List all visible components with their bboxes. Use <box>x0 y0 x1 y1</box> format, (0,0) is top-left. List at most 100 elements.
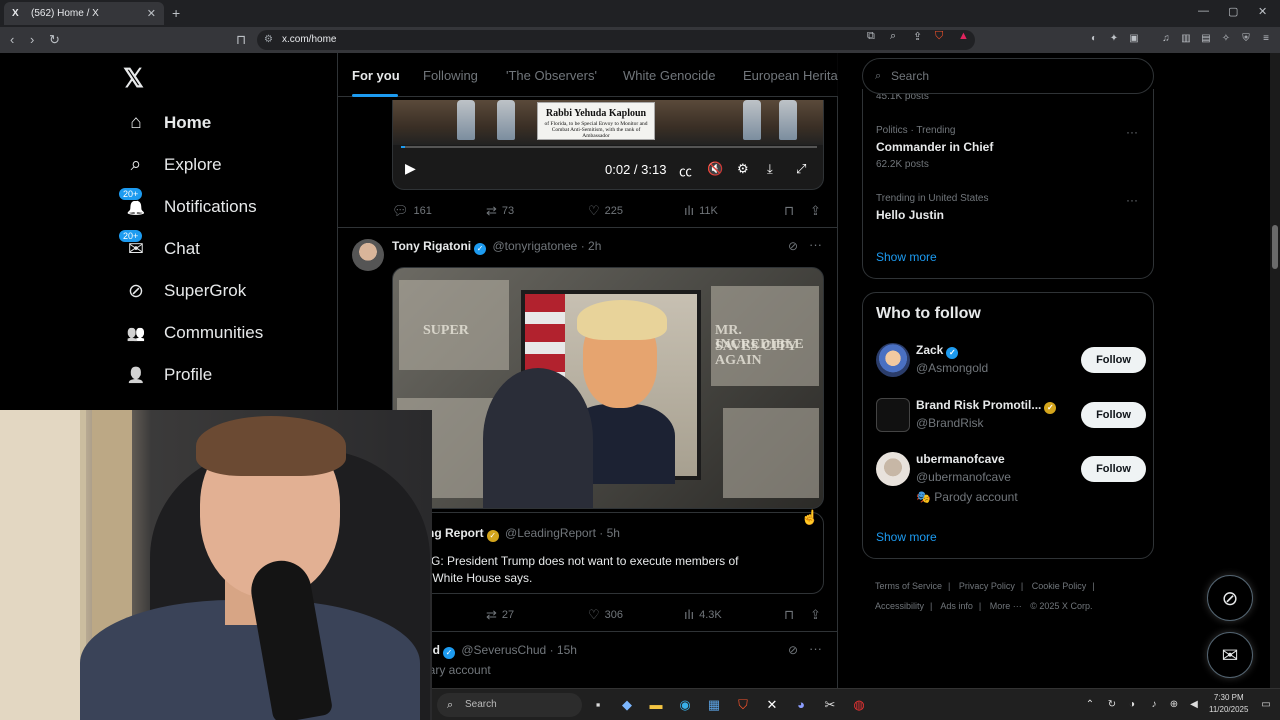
like-button[interactable]: ♡ 225 <box>588 203 623 219</box>
x-app-icon[interactable]: ✕ <box>764 697 780 713</box>
close-window-button[interactable]: ✕ <box>1258 5 1267 18</box>
footer-link-privacy[interactable]: Privacy Policy <box>959 581 1015 591</box>
copilot-icon[interactable]: ◆ <box>619 697 635 713</box>
follow-button[interactable]: Follow <box>1081 456 1146 482</box>
mute-icon[interactable]: 🔇 <box>707 161 723 177</box>
avatar[interactable] <box>876 452 910 486</box>
share-button[interactable]: ⇪ <box>810 203 826 219</box>
microphone-icon[interactable]: ♪ <box>1146 697 1162 713</box>
obs-icon[interactable]: ◍ <box>851 697 867 713</box>
scrollbar-thumb[interactable] <box>1272 225 1278 269</box>
page-scrollbar[interactable] <box>1270 53 1280 720</box>
share-icon[interactable]: ⇪ <box>913 30 922 43</box>
sidebar-item-notifications[interactable]: 🔔 20+ Notifications <box>118 187 257 222</box>
browser-tab[interactable]: X (562) Home / X ✕ <box>4 2 164 25</box>
views-button[interactable]: ılı 11K <box>684 203 718 218</box>
video-progress-bar[interactable] <box>401 146 817 148</box>
site-settings-icon[interactable]: ⚙ <box>264 30 273 50</box>
repost-button[interactable]: ⇄ 73 <box>486 203 514 219</box>
bookmark-button[interactable]: ⊓ <box>784 203 799 219</box>
sidebar-icon[interactable]: ▥ <box>1180 33 1192 45</box>
follow-button[interactable]: Follow <box>1081 402 1146 428</box>
trend-item[interactable]: Trending in United States Hello Justin ·… <box>876 193 1146 222</box>
more-icon[interactable]: ··· <box>1126 125 1138 139</box>
avatar[interactable] <box>876 398 910 432</box>
follow-button[interactable]: Follow <box>1081 347 1146 373</box>
pip-icon[interactable]: ⤓ <box>767 161 773 177</box>
reply-button[interactable]: 💬︎ 161 <box>392 203 432 219</box>
quoted-tweet[interactable]: eading Report ✓ @LeadingReport · 5h AKING… <box>392 512 824 594</box>
like-button[interactable]: ♡ 306 <box>588 607 623 623</box>
back-icon[interactable]: ‹ <box>10 32 14 47</box>
extension-toggle-icon[interactable]: ◐ <box>1088 33 1100 45</box>
close-tab-icon[interactable]: ✕ <box>147 7 156 20</box>
repost-button[interactable]: ⇄ 27 <box>486 607 514 623</box>
author-handle[interactable]: @tonyrigatonee <box>492 239 577 253</box>
open-external-icon[interactable]: ⧉ <box>867 30 875 43</box>
grok-fab[interactable]: ⊘ <box>1207 575 1253 621</box>
sidebar-item-home[interactable]: ⌂ Home <box>124 108 211 138</box>
brave-shield-icon[interactable]: ⛉ <box>935 30 943 43</box>
show-more-follow-link[interactable]: Show more <box>876 530 937 544</box>
sidebar-item-communities[interactable]: 👥 Communities <box>124 318 264 348</box>
tray-chevron-icon[interactable]: ⌃ <box>1082 697 1098 713</box>
tweet-image[interactable]: SUPER MR. INCREDIBLE SAVES CITY AGAIN <box>392 267 824 509</box>
tab-european-heritage[interactable]: European Herita <box>743 68 838 83</box>
footer-link-accessibility[interactable]: Accessibility <box>875 601 924 611</box>
footer-link-terms[interactable]: Terms of Service <box>875 581 942 591</box>
more-icon[interactable]: ··· <box>809 237 822 252</box>
tab-the-observers[interactable]: 'The Observers' <box>506 68 597 83</box>
follow-suggestion[interactable]: Zack ✓ @Asmongold Follow <box>876 343 1146 383</box>
author-handle[interactable]: @SeverusChud <box>461 643 546 657</box>
play-icon[interactable]: ▶ <box>405 160 416 177</box>
wallet-icon[interactable]: ▤ <box>1200 33 1212 45</box>
x-logo-icon[interactable]: 𝕏 <box>123 63 144 94</box>
more-icon[interactable]: ··· <box>809 641 822 656</box>
follow-suggestion[interactable]: ubermanofcave @ubermanofcave 🎭 Parody ac… <box>876 452 1146 512</box>
taskbar-search[interactable]: ⌕ Search <box>437 693 582 717</box>
footer-link-ads-info[interactable]: Ads info <box>940 601 973 611</box>
show-more-trends-link[interactable]: Show more <box>876 250 937 264</box>
task-view-icon[interactable]: ▪ <box>590 697 606 713</box>
follow-suggestion[interactable]: Brand Risk Promotil... ✓ @BrandRisk Follo… <box>876 398 1146 438</box>
sidebar-item-supergrok[interactable]: ⊘ SuperGrok <box>124 276 246 306</box>
tray-app-icon[interactable]: ◑ <box>1124 697 1140 713</box>
more-icon[interactable]: ··· <box>1126 193 1138 207</box>
vpn-icon[interactable]: ⛨ <box>1240 33 1252 45</box>
menu-icon[interactable]: ≡ <box>1260 33 1272 45</box>
views-button[interactable]: ılı 4.3K <box>684 607 722 622</box>
zoom-icon[interactable]: ⌕ <box>890 30 896 43</box>
tab-white-genocide[interactable]: White Genocide <box>623 68 716 83</box>
bookmark-button[interactable]: ⊓ <box>784 607 799 623</box>
tab-for-you[interactable]: For you <box>352 68 400 83</box>
extensions-icon[interactable]: ✦ <box>1108 33 1120 45</box>
settings-icon[interactable]: ⚙ <box>737 161 749 177</box>
grok-icon[interactable]: ⊘ <box>788 239 798 253</box>
sidebar-item-explore[interactable]: ⌕ Explore <box>124 150 222 180</box>
sidebar-item-profile[interactable]: 👤 Profile <box>124 360 213 390</box>
forward-icon[interactable]: › <box>30 32 34 47</box>
avatar[interactable] <box>876 343 910 377</box>
captions-icon[interactable]: ㏄ <box>679 161 692 180</box>
tray-app-icon[interactable]: ↻ <box>1104 697 1120 713</box>
author-name[interactable]: Tony Rigatoni <box>392 239 471 253</box>
file-explorer-icon[interactable]: ▬ <box>648 697 664 713</box>
avatar[interactable] <box>352 239 384 271</box>
leo-icon[interactable]: ✧ <box>1220 33 1232 45</box>
fullscreen-icon[interactable]: ⤢ <box>796 161 806 177</box>
volume-icon[interactable]: ◀ <box>1186 697 1202 713</box>
snipping-tool-icon[interactable]: ✂ <box>822 697 838 713</box>
maximize-button[interactable]: ▢ <box>1228 5 1238 18</box>
sidebar-item-chat[interactable]: ✉ 20+ Chat <box>118 229 200 264</box>
video-player[interactable]: Rabbi Yehuda Kaploun of Florida, to be S… <box>392 100 824 190</box>
media-icon[interactable]: ♫ <box>1160 33 1172 45</box>
footer-link-cookies[interactable]: Cookie Policy <box>1032 581 1087 591</box>
notifications-icon[interactable]: ▭ <box>1258 697 1274 713</box>
bookmark-icon[interactable]: ⊓ <box>236 32 246 48</box>
new-tab-button[interactable]: + <box>172 5 180 21</box>
extension-icon[interactable]: ▣ <box>1128 33 1140 45</box>
footer-link-more[interactable]: More ··· <box>990 601 1022 611</box>
edge-icon[interactable]: ◉ <box>677 697 693 713</box>
grok-icon[interactable]: ⊘ <box>788 643 798 657</box>
brave-icon[interactable]: ⛉ <box>735 697 751 713</box>
